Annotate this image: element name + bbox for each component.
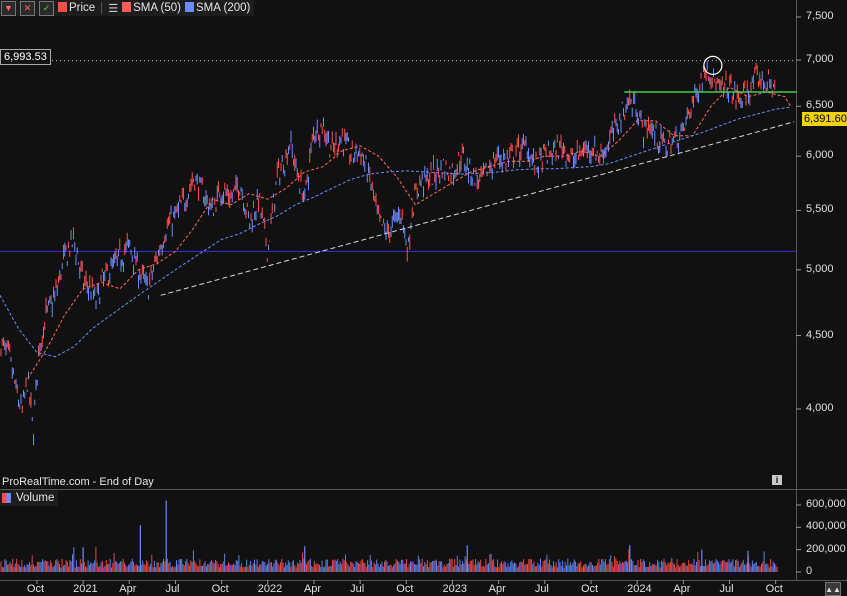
legend-price-label: Price <box>69 2 96 14</box>
x-tick-label: Apr <box>119 583 137 595</box>
legend-sma200[interactable]: SMA (200) <box>185 2 250 14</box>
last-price-label: 6,391.60 <box>802 112 847 126</box>
legend-price[interactable]: Price <box>58 2 95 14</box>
x-tick-label: Jul <box>534 583 549 595</box>
y-tick-label: 5,000 <box>806 262 834 275</box>
x-tick-label: Oct <box>580 583 599 595</box>
data-source: ProRealTime.com - End of Day <box>2 476 154 488</box>
sma50-swatch <box>122 2 132 12</box>
x-tick-label: Oct <box>211 583 229 595</box>
menu-icon[interactable]: ☰ <box>108 2 118 15</box>
info-icon[interactable]: i <box>772 475 782 485</box>
x-tick-label: Apr <box>673 583 691 595</box>
x-tick-label: Apr <box>488 583 506 595</box>
x-tick-label: Apr <box>303 583 322 595</box>
legend-separator <box>101 2 103 14</box>
y-tick-label: 4,500 <box>806 328 834 341</box>
volume-tick-label: 400,000 <box>806 520 846 533</box>
collapse-icon[interactable]: ▼ <box>1 0 16 16</box>
chart-canvas <box>0 0 847 596</box>
remove-icon[interactable]: ✕ <box>20 0 35 16</box>
x-tick-label: Jul <box>350 583 365 595</box>
volume-tick-label: 600,000 <box>806 498 846 510</box>
add-indicator-icon[interactable]: ✓ <box>39 0 54 16</box>
x-tick-label: 2024 <box>627 583 652 595</box>
volume-legend-label: Volume <box>16 492 55 504</box>
y-tick-label: 7,000 <box>806 53 834 66</box>
x-tick-label: Oct <box>765 583 783 595</box>
y-tick-label: 6,500 <box>806 99 834 112</box>
x-tick-label: 2021 <box>73 583 98 595</box>
y-tick-label: 6,000 <box>806 149 834 162</box>
legend-sma200-label: SMA (200) <box>196 2 251 14</box>
reference-price-label: 6,993.53 <box>0 49 51 65</box>
scroll-right-icon[interactable]: ▲▲ <box>825 582 841 596</box>
x-tick-label: Jul <box>719 583 734 595</box>
volume-legend: Volume <box>0 490 59 506</box>
x-tick-label: 2022 <box>257 583 283 595</box>
price-swatch <box>58 2 67 12</box>
price-legend: ▼ ✕ ✓ Price ☰ SMA (50) SMA (200) <box>0 0 255 16</box>
volume-tick-label: 200,000 <box>806 542 846 555</box>
y-tick-label: 4,000 <box>806 402 834 414</box>
volume-tick-label: 0 <box>806 565 813 577</box>
x-tick-label: Jul <box>165 583 180 595</box>
y-tick-label: 7,500 <box>806 10 834 22</box>
sma200-swatch <box>185 2 195 12</box>
legend-sma50-label: SMA (50) <box>133 2 182 14</box>
legend-sma50[interactable]: SMA (50) <box>122 2 181 14</box>
x-tick-label: Oct <box>26 583 45 595</box>
x-tick-label: 2023 <box>442 583 467 595</box>
y-tick-label: 5,500 <box>806 203 834 216</box>
volume-swatch <box>2 493 11 503</box>
x-tick-label: Oct <box>396 583 414 595</box>
